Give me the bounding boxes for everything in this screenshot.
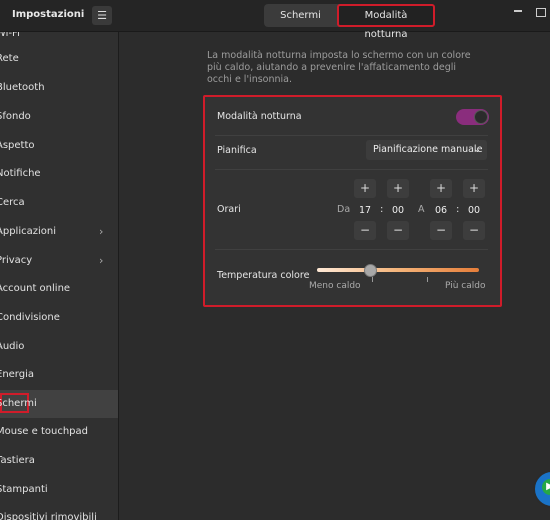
sidebar-item-mouse-touchpad[interactable]: Mouse e touchpad [0,418,118,446]
times-label: Orari [217,204,241,215]
view-switcher: Schermi Modalità notturna [264,4,435,40]
from-hour-increment[interactable]: + [354,179,376,198]
more-warm-label: Più caldo [445,281,486,291]
sidebar-item-stampanti[interactable]: Stampanti [0,476,118,504]
sidebar-item-label: Rete [0,53,19,64]
header-bar: Impostazioni ☰ Schermi Modalità notturna [0,0,550,40]
from-hour-value[interactable]: 17 [354,201,376,220]
chevron-down-icon: ⌄ [473,145,481,155]
chevron-right-icon: › [99,254,104,267]
slider-handle[interactable] [364,264,378,277]
sidebar-item-audio[interactable]: Audio [0,333,118,361]
sidebar-item-label: Condivisione [0,312,60,323]
sidebar-item-bluetooth[interactable]: Bluetooth [0,74,118,102]
sidebar-item-label: Applicazioni [0,226,56,237]
divider [215,135,488,136]
sidebar-item-energia[interactable]: Energia [0,361,118,389]
sidebar-item-label: Schermi [0,398,37,409]
maximize-icon[interactable] [536,8,546,17]
schedule-label: Pianifica [217,145,257,156]
slider-tick [427,277,428,282]
sidebar-item-rete[interactable]: Rete [0,45,118,73]
sidebar-item-applicazioni[interactable]: Applicazioni › [0,218,118,246]
sidebar-item-label: Aspetto [0,140,35,151]
night-mode-switch[interactable] [456,109,489,125]
hamburger-icon: ☰ [97,9,107,22]
from-minute-increment[interactable]: + [387,179,409,198]
sidebar-item-label: Audio [0,341,25,352]
to-hour-value[interactable]: 06 [430,201,452,220]
to-hour-increment[interactable]: + [430,179,452,198]
sidebar-item-label: Cerca [0,197,25,208]
sidebar-item-schermi[interactable]: Schermi [0,390,118,418]
sidebar-item-label: Dispositivi rimovibili [0,512,97,520]
sidebar-item-label: Sfondo [0,111,31,122]
sidebar: Wi-Fi Rete Bluetooth Sfondo Aspetto Noti… [0,32,119,520]
temperature-label: Temperatura colore [217,270,310,281]
sidebar-item-aspetto[interactable]: Aspetto [0,132,118,160]
sidebar-item-label: Mouse e touchpad [0,426,88,437]
sidebar-item-label: Stampanti [0,484,48,495]
night-mode-label: Modalità notturna [217,111,302,122]
minimize-icon[interactable] [514,10,522,12]
to-hour-decrement[interactable]: − [430,221,452,240]
divider [215,169,488,170]
to-minute-increment[interactable]: + [463,179,485,198]
slider-tick [372,277,373,282]
from-hour-decrement[interactable]: − [354,221,376,240]
sidebar-item-label: Bluetooth [0,82,45,93]
chevron-right-icon: › [99,225,104,238]
to-minute-value[interactable]: 00 [463,201,485,220]
floating-app-button[interactable]: ▶ [533,470,550,508]
sidebar-item-tastiera[interactable]: Tastiera [0,447,118,475]
sidebar-title: Impostazioni [12,9,85,20]
tab-schermi[interactable]: Schermi [264,4,337,27]
schedule-dropdown[interactable]: Pianificazione manuale ⌄ [366,140,487,160]
less-warm-label: Meno caldo [309,281,361,291]
night-mode-description: La modalità notturna imposta lo schermo … [207,50,471,85]
sidebar-item-label: Privacy [0,255,33,266]
sidebar-item-label: Notifiche [0,168,41,179]
from-minute-value[interactable]: 00 [387,201,409,220]
sidebar-item-cerca[interactable]: Cerca [0,189,118,217]
temperature-slider[interactable] [317,264,479,277]
night-mode-panel: Modalità notturna Pianifica Pianificazio… [203,95,502,307]
sidebar-item-notifiche[interactable]: Notifiche [0,160,118,188]
switch-knob [474,110,488,124]
sidebar-item-label: Tastiera [0,455,35,466]
sidebar-item-label: Account online [0,283,71,294]
sidebar-item-label: Energia [0,369,34,380]
schedule-value: Pianificazione manuale [373,144,483,155]
time-separator: : [380,204,384,215]
sidebar-item-privacy[interactable]: Privacy › [0,247,118,275]
tab-modalita-notturna[interactable]: Modalità notturna [337,4,435,40]
sidebar-item-sfondo[interactable]: Sfondo [0,103,118,131]
from-label: Da [337,204,351,215]
sidebar-item-dispositivi-rimovibili[interactable]: Dispositivi rimovibili [0,504,118,520]
menu-button[interactable]: ☰ [92,6,112,25]
time-separator: : [456,204,460,215]
sidebar-item-account-online[interactable]: Account online [0,275,118,303]
sidebar-item-condivisione[interactable]: Condivisione [0,304,118,332]
to-label: A [418,204,425,215]
from-minute-decrement[interactable]: − [387,221,409,240]
divider [215,249,488,250]
play-icon: ▶ [542,479,550,495]
to-minute-decrement[interactable]: − [463,221,485,240]
